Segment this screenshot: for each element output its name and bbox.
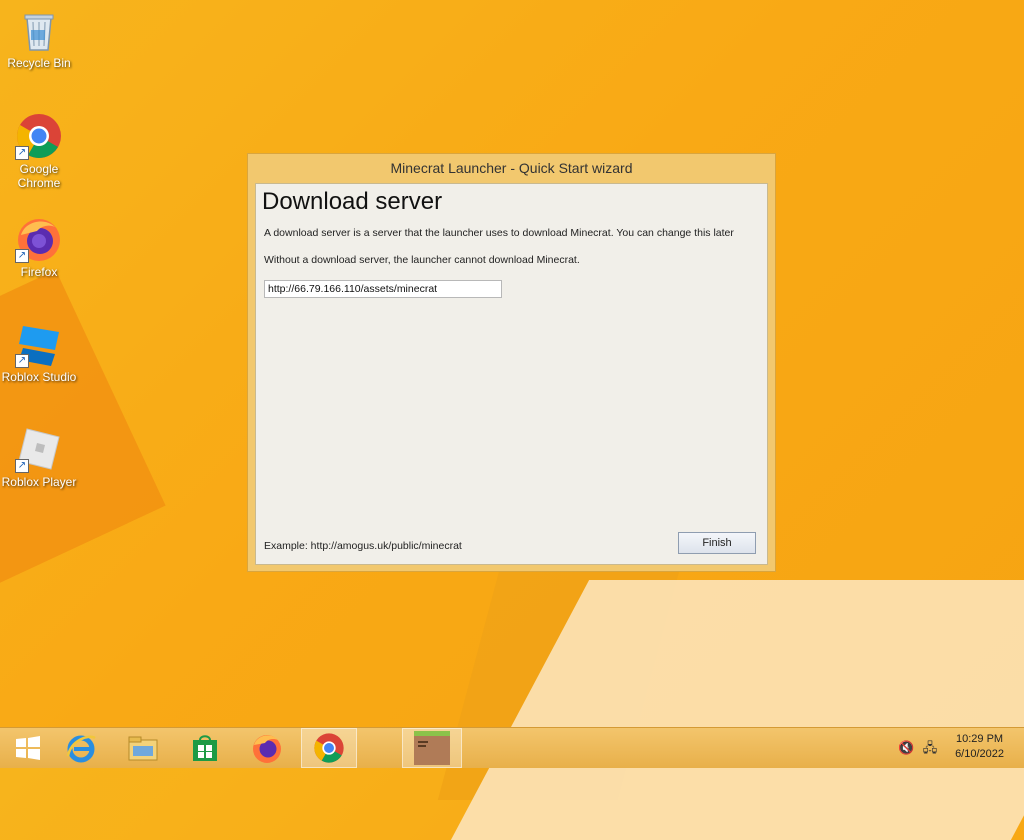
- shortcut-arrow-icon: ↗: [15, 354, 29, 368]
- clock[interactable]: 10:29 PM 6/10/2022: [955, 732, 1004, 762]
- desktop-icon-label: Firefox: [20, 265, 58, 279]
- download-server-input[interactable]: http://66.79.166.110/assets/minecrat: [264, 280, 502, 298]
- wallpaper-shape: [450, 580, 1024, 840]
- taskbar-firefox[interactable]: [239, 728, 295, 768]
- desktop-icon-recycle-bin[interactable]: Recycle Bin: [0, 6, 78, 70]
- taskbar-store[interactable]: [177, 728, 233, 768]
- volume-muted-icon[interactable]: 🔇: [898, 740, 914, 756]
- taskbar-minecrat-launcher[interactable]: [402, 728, 462, 768]
- taskbar-file-explorer[interactable]: [115, 728, 171, 768]
- network-icon[interactable]: 🖧: [922, 740, 938, 756]
- desktop-icon-google-chrome[interactable]: ↗ Google Chrome: [0, 112, 78, 190]
- chrome-icon: ↗: [15, 112, 63, 160]
- desktop-icon-roblox-player[interactable]: ↗ Roblox Player: [0, 425, 78, 489]
- start-button[interactable]: [0, 728, 56, 768]
- desktop-icon-label: Recycle Bin: [7, 56, 71, 70]
- shortcut-arrow-icon: ↗: [15, 146, 29, 160]
- description-text: A download server is a server that the l…: [264, 227, 734, 239]
- taskbar: 🔇 🖧 10:29 PM 6/10/2022: [0, 727, 1024, 768]
- firefox-icon: ↗: [15, 215, 63, 263]
- roblox-studio-icon: ↗: [15, 320, 63, 368]
- clock-date: 6/10/2022: [955, 748, 1004, 760]
- desktop-icon-label: Roblox Player: [1, 475, 77, 489]
- desktop-icon-label: Roblox Studio: [1, 370, 77, 384]
- desktop-icon-firefox[interactable]: ↗ Firefox: [0, 215, 78, 279]
- firefox-icon: [253, 735, 281, 763]
- window-title[interactable]: Minecrat Launcher - Quick Start wizard: [248, 154, 775, 182]
- shortcut-arrow-icon: ↗: [15, 459, 29, 473]
- chrome-icon: [314, 733, 344, 763]
- taskbar-chrome[interactable]: [301, 728, 357, 768]
- roblox-player-icon: ↗: [15, 425, 63, 473]
- shortcut-arrow-icon: ↗: [15, 249, 29, 263]
- wizard-window: Minecrat Launcher - Quick Start wizard D…: [247, 153, 776, 572]
- finish-button[interactable]: Finish: [678, 532, 756, 554]
- recycle-bin-icon: [15, 6, 63, 54]
- file-explorer-icon: [128, 736, 158, 761]
- desktop-icon-roblox-studio[interactable]: ↗ Roblox Studio: [0, 320, 78, 384]
- taskbar-internet-explorer[interactable]: [53, 728, 109, 768]
- store-icon: [193, 735, 217, 761]
- desktop-icon-label: Google Chrome: [17, 162, 61, 190]
- wizard-content: Download server A download server is a s…: [255, 183, 768, 565]
- internet-explorer-icon: [66, 735, 96, 763]
- clock-time: 10:29 PM: [955, 733, 1004, 745]
- page-heading: Download server: [262, 188, 443, 215]
- example-text: Example: http://amogus.uk/public/minecra…: [264, 540, 462, 552]
- start-icon: [16, 736, 40, 760]
- minecrat-launcher-icon: [414, 731, 450, 765]
- description-text: Without a download server, the launcher …: [264, 254, 580, 266]
